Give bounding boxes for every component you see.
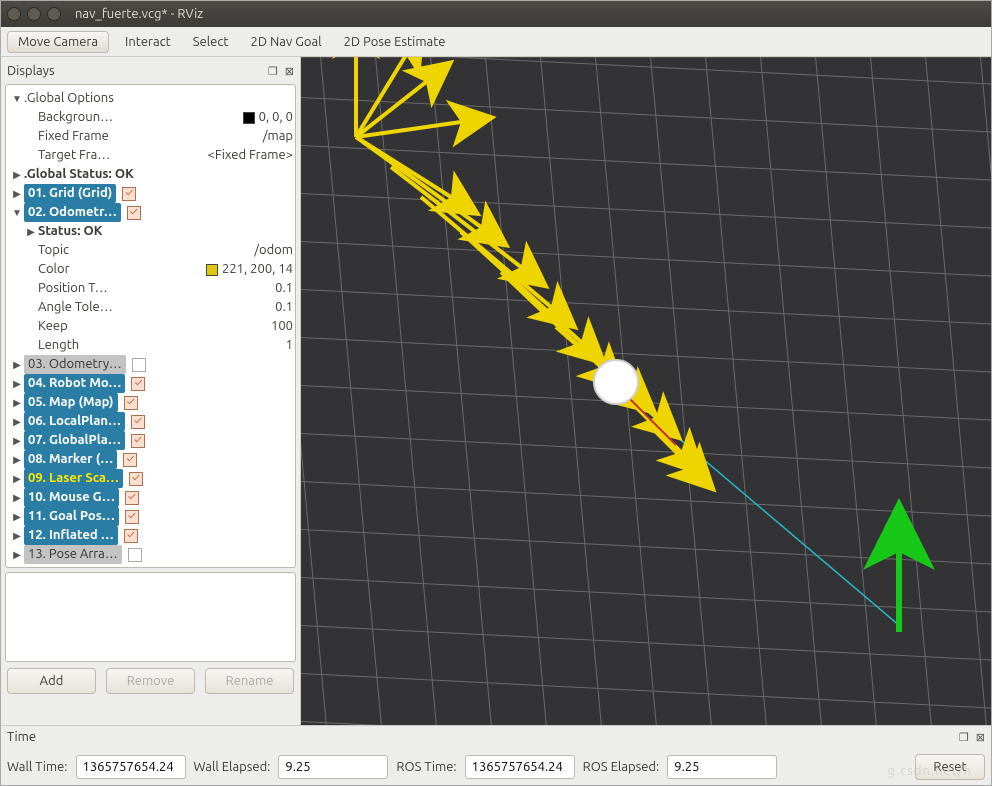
display-item-10[interactable]: ▶10. Mouse G…✓ — [8, 488, 293, 507]
display-item-12[interactable]: ▶12. Inflated …✓ — [8, 526, 293, 545]
window-title: nav_fuerte.vcg* - RViz — [75, 7, 203, 21]
expand-icon[interactable]: ▶ — [24, 222, 38, 241]
display-item-09[interactable]: ▶09. Laser Sca…✓ — [8, 469, 293, 488]
checkbox-icon[interactable]: ✓ — [127, 206, 141, 220]
nav-goal-button[interactable]: 2D Nav Goal — [245, 32, 328, 52]
checkbox-icon[interactable]: ✓ — [122, 187, 136, 201]
global-status-row[interactable]: ▶ .Global Status: OK — [8, 165, 293, 184]
checkbox-icon[interactable]: ✓ — [128, 548, 142, 562]
odom-topic-row[interactable]: Topic /odom — [8, 241, 293, 260]
display-item-08[interactable]: ▶08. Marker (…✓ — [8, 450, 293, 469]
checkbox-icon[interactable]: ✓ — [131, 434, 145, 448]
global-options-row[interactable]: ▼ .Global Options — [8, 89, 293, 108]
checkbox-icon[interactable]: ✓ — [123, 453, 137, 467]
expand-icon[interactable]: ▶ — [10, 355, 24, 374]
display-item-04[interactable]: ▶04. Robot Mo…✓ — [8, 374, 293, 393]
display-item-11[interactable]: ▶11. Goal Pos…✓ — [8, 507, 293, 526]
undock-icon[interactable]: ❐ — [268, 66, 278, 78]
checkbox-icon[interactable]: ✓ — [125, 491, 139, 505]
undock-icon[interactable]: ❐ — [959, 732, 969, 744]
3d-viewport[interactable] — [301, 57, 991, 725]
odom-position-tol-row[interactable]: Position T… 0.1 — [8, 279, 293, 298]
checkbox-icon[interactable]: ✓ — [124, 396, 138, 410]
reset-button[interactable]: Reset — [915, 754, 985, 780]
ros-elapsed-input[interactable] — [667, 755, 777, 779]
background-color-row[interactable]: Backgroun… 0, 0, 0 — [8, 108, 293, 127]
wall-time-label: Wall Time: — [7, 760, 68, 774]
close-panel-icon[interactable]: ⊠ — [285, 66, 294, 78]
odom-status-row[interactable]: ▶ Status: OK — [8, 222, 293, 241]
odometry-arrows — [356, 57, 691, 467]
remove-button[interactable]: Remove — [106, 668, 195, 694]
body: Displays ❐ ⊠ ▼ .Global Options Backgroun… — [1, 57, 991, 725]
color-swatch-black — [243, 112, 255, 124]
collapse-icon[interactable]: ▼ — [10, 89, 24, 108]
color-swatch-yellow — [206, 264, 218, 276]
target-frame-row[interactable]: Target Fra… <Fixed Frame> — [8, 146, 293, 165]
checkbox-icon[interactable]: ✓ — [125, 510, 139, 524]
display-item-07[interactable]: ▶07. GlobalPla…✓ — [8, 431, 293, 450]
fixed-frame-row[interactable]: Fixed Frame /map — [8, 127, 293, 146]
display-item-06[interactable]: ▶06. LocalPlan…✓ — [8, 412, 293, 431]
maximize-icon[interactable] — [47, 7, 61, 21]
expand-icon[interactable]: ▶ — [10, 184, 24, 203]
displays-panel: Displays ❐ ⊠ ▼ .Global Options Backgroun… — [1, 57, 301, 725]
close-icon[interactable] — [7, 7, 21, 21]
select-button[interactable]: Select — [187, 32, 235, 52]
display-item-13[interactable]: ▶13. Pose Arra…✓ — [8, 545, 293, 564]
rename-button[interactable]: Rename — [205, 668, 294, 694]
plan-line — [616, 385, 901, 627]
description-box — [5, 572, 296, 662]
display-item-05[interactable]: ▶05. Map (Map)✓ — [8, 393, 293, 412]
checkbox-icon[interactable]: ✓ — [124, 529, 138, 543]
collapse-icon[interactable]: ▼ — [10, 203, 24, 222]
displays-header: Displays ❐ ⊠ — [3, 60, 298, 82]
wall-elapsed-label: Wall Elapsed: — [194, 760, 271, 774]
move-camera-button[interactable]: Move Camera — [7, 31, 109, 53]
time-title: Time — [7, 730, 36, 744]
interact-button[interactable]: Interact — [119, 32, 177, 52]
odom-angle-tol-row[interactable]: Angle Tole… 0.1 — [8, 298, 293, 317]
expand-icon[interactable]: ▶ — [10, 165, 24, 184]
toolbar: Move Camera Interact Select 2D Nav Goal … — [1, 27, 991, 57]
wall-time-input[interactable] — [76, 755, 186, 779]
checkbox-icon[interactable]: ✓ — [129, 472, 143, 486]
close-panel-icon[interactable]: ⊠ — [976, 732, 985, 744]
pose-estimate-button[interactable]: 2D Pose Estimate — [338, 32, 452, 52]
odom-color-row[interactable]: Color 221, 200, 14 — [8, 260, 293, 279]
rviz-window: nav_fuerte.vcg* - RViz Move Camera Inter… — [0, 0, 992, 786]
add-button[interactable]: Add — [7, 668, 96, 694]
displays-buttons: Add Remove Rename — [3, 664, 298, 698]
odom-length-row[interactable]: Length 1 — [8, 336, 293, 355]
display-item-02[interactable]: ▼ 02. Odometr… ✓ — [8, 203, 293, 222]
robot-footprint — [594, 360, 638, 404]
odom-keep-row[interactable]: Keep 100 — [8, 317, 293, 336]
ros-elapsed-label: ROS Elapsed: — [583, 760, 660, 774]
displays-tree[interactable]: ▼ .Global Options Backgroun… 0, 0, 0 Fix… — [5, 84, 296, 568]
checkbox-icon[interactable]: ✓ — [131, 415, 145, 429]
scene-svg — [301, 57, 991, 725]
ros-time-input[interactable] — [465, 755, 575, 779]
titlebar: nav_fuerte.vcg* - RViz — [1, 1, 991, 27]
minimize-icon[interactable] — [27, 7, 41, 21]
time-panel: Time ❐ ⊠ Wall Time: Wall Elapsed: ROS Ti… — [1, 725, 991, 785]
display-item-01[interactable]: ▶ 01. Grid (Grid) ✓ — [8, 184, 293, 203]
checkbox-icon[interactable]: ✓ — [131, 377, 145, 391]
checkbox-icon[interactable]: ✓ — [132, 358, 146, 372]
wall-elapsed-input[interactable] — [278, 755, 388, 779]
display-item-03[interactable]: ▶ 03. Odometry… ✓ — [8, 355, 293, 374]
ros-time-label: ROS Time: — [396, 760, 456, 774]
displays-title: Displays — [7, 64, 55, 78]
